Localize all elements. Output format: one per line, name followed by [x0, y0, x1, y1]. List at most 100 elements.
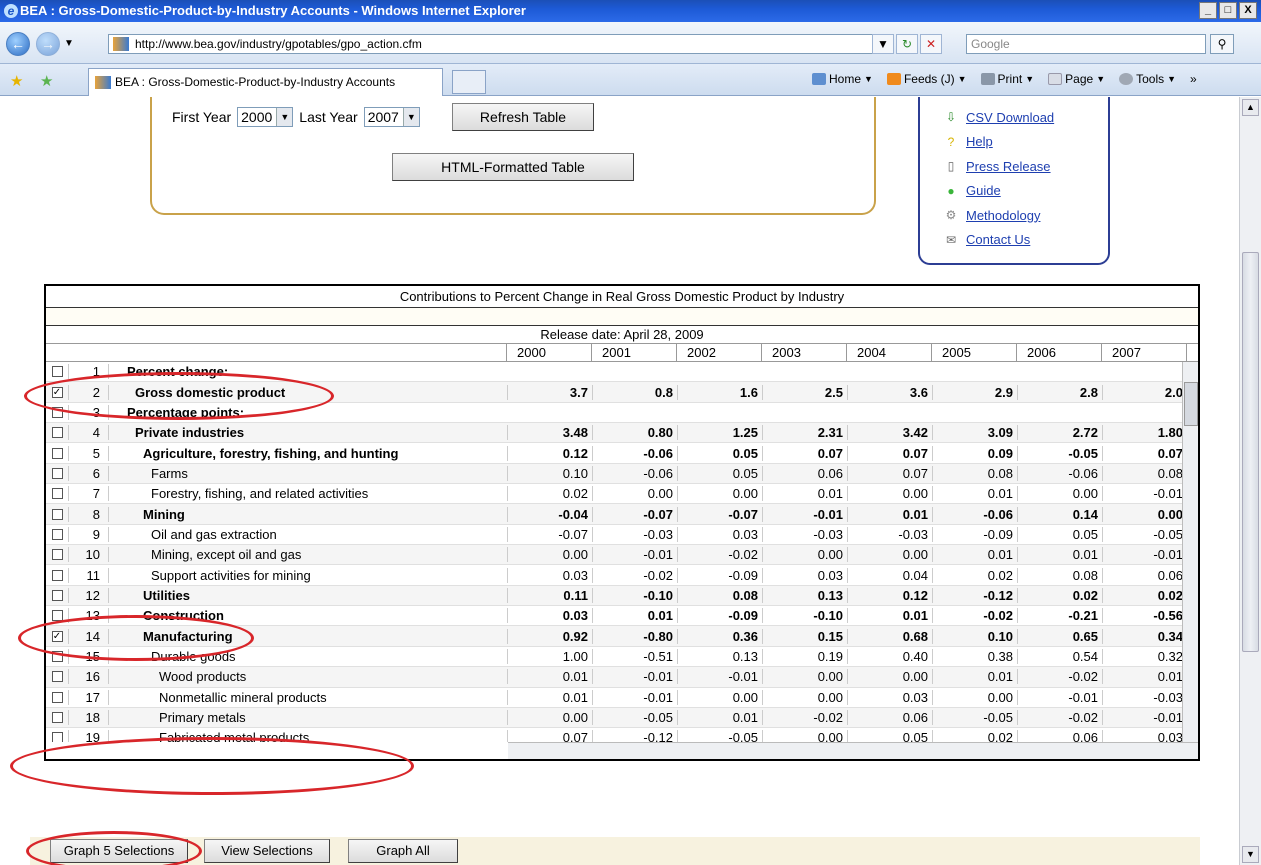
row-label: Construction: [108, 608, 507, 624]
row-checkbox[interactable]: [51, 366, 63, 378]
row-number: 14: [68, 628, 108, 644]
row-label: Agriculture, forestry, fishing, and hunt…: [108, 445, 507, 461]
close-button[interactable]: X: [1239, 2, 1257, 19]
resource-link-item[interactable]: ● Guide: [944, 179, 1054, 204]
table-spacer: [46, 308, 1198, 326]
resource-link-item[interactable]: ⇩ CSV Download: [944, 105, 1054, 130]
refresh-table-button[interactable]: Refresh Table: [452, 103, 594, 131]
value-cell: 0.01: [592, 608, 677, 624]
row-checkbox[interactable]: [51, 549, 63, 561]
row-label: Farms: [108, 465, 507, 481]
url-field[interactable]: http://www.bea.gov/industry/gpotables/gp…: [108, 34, 892, 54]
resource-link[interactable]: Press Release: [966, 159, 1051, 174]
back-button[interactable]: ←: [6, 32, 30, 56]
graph-all-button[interactable]: Graph All: [348, 839, 458, 863]
value-cell: 0.01: [762, 486, 847, 502]
row-checkbox[interactable]: [51, 427, 63, 439]
search-icon[interactable]: ⚲: [1210, 34, 1234, 54]
resource-link[interactable]: CSV Download: [966, 110, 1054, 125]
value-cell: -0.01: [1102, 710, 1187, 726]
row-checkbox[interactable]: [51, 650, 63, 662]
value-cell: 0.01: [847, 608, 932, 624]
row-checkbox[interactable]: [51, 406, 63, 418]
row-checkbox[interactable]: ✓: [51, 386, 63, 398]
resource-link-item[interactable]: ⚙ Methodology: [944, 203, 1054, 228]
maximize-button[interactable]: □: [1219, 2, 1237, 19]
url-dropdown-button[interactable]: ▼: [872, 34, 894, 54]
scroll-down-icon[interactable]: ▼: [1242, 846, 1259, 863]
resource-link-item[interactable]: ✉ Contact Us: [944, 228, 1054, 253]
row-checkbox[interactable]: [51, 447, 63, 459]
row-number: 11: [68, 567, 108, 583]
table-vertical-scrollbar[interactable]: [1182, 362, 1198, 742]
row-checkbox[interactable]: [51, 589, 63, 601]
row-checkbox[interactable]: [51, 671, 63, 683]
tools-button[interactable]: Tools ▼: [1119, 72, 1176, 86]
value-cell: 0.01: [1017, 547, 1102, 563]
scroll-up-icon[interactable]: ▲: [1242, 99, 1259, 116]
row-select-checkbox-cell: [46, 691, 68, 703]
row-select-checkbox-cell: ✓: [46, 386, 68, 398]
resource-link-item[interactable]: ? Help: [944, 130, 1054, 155]
row-checkbox[interactable]: [51, 732, 63, 742]
year-range-row: First Year 2000 ▼ Last Year 2007 ▼: [172, 107, 420, 127]
value-cell: -0.10: [592, 587, 677, 603]
row-checkbox[interactable]: [51, 691, 63, 703]
row-number: 4: [68, 425, 108, 441]
graph-selections-button[interactable]: Graph 5 Selections: [50, 839, 188, 863]
row-checkbox[interactable]: [51, 610, 63, 622]
row-checkbox[interactable]: [51, 488, 63, 500]
table-horizontal-scrollbar[interactable]: [508, 742, 1198, 759]
value-cell: -0.80: [592, 628, 677, 644]
table-body: 1 Percent change: ✓ 2 Gross domestic product…: [46, 362, 1198, 742]
value-cell: 0.13: [677, 648, 762, 664]
chevron-down-icon: ▼: [402, 108, 419, 126]
first-year-select[interactable]: 2000 ▼: [237, 107, 294, 127]
favorites-star-icon[interactable]: ★: [10, 72, 23, 90]
forward-button[interactable]: →: [36, 32, 60, 56]
html-formatted-table-button[interactable]: HTML-Formatted Table: [392, 153, 634, 181]
stop-icon[interactable]: ✕: [920, 34, 942, 54]
table-scroll-thumb[interactable]: [1184, 382, 1198, 426]
row-checkbox[interactable]: ✓: [51, 630, 63, 642]
search-input[interactable]: Google: [966, 34, 1206, 54]
home-button[interactable]: Home ▼: [812, 72, 873, 86]
value-cell: 0.07: [847, 445, 932, 461]
value-cell: 3.09: [932, 425, 1017, 441]
value-cell: 0.03: [507, 608, 592, 624]
row-checkbox[interactable]: [51, 467, 63, 479]
row-checkbox[interactable]: [51, 508, 63, 520]
page-button[interactable]: Page ▼: [1048, 72, 1105, 86]
row-checkbox[interactable]: [51, 528, 63, 540]
row-checkbox[interactable]: [51, 569, 63, 581]
row-select-checkbox-cell: [46, 569, 68, 581]
refresh-icon[interactable]: ↻: [896, 34, 918, 54]
resource-link[interactable]: Help: [966, 134, 993, 149]
resource-link[interactable]: Contact Us: [966, 232, 1030, 247]
print-button[interactable]: Print ▼: [980, 72, 1034, 86]
resource-link[interactable]: Guide: [966, 183, 1001, 198]
view-selections-button[interactable]: View Selections: [204, 839, 330, 863]
feeds-button[interactable]: Feeds (J) ▼: [886, 72, 967, 86]
recent-pages-dropdown[interactable]: ▼: [64, 38, 74, 49]
resource-link[interactable]: Methodology: [966, 208, 1040, 223]
row-select-checkbox-cell: [46, 589, 68, 601]
page-scroll-thumb[interactable]: [1242, 252, 1259, 652]
resource-link-item[interactable]: ▯ Press Release: [944, 154, 1054, 179]
new-tab-button[interactable]: [452, 70, 486, 94]
page-vertical-scrollbar[interactable]: ▲ ▼: [1239, 97, 1261, 865]
value-cell: -0.02: [677, 547, 762, 563]
add-favorites-icon[interactable]: ★: [40, 72, 53, 90]
chevron-more-icon[interactable]: »: [1190, 72, 1197, 86]
last-year-select[interactable]: 2007 ▼: [363, 107, 420, 127]
value-cell: -0.12: [592, 730, 677, 742]
release-date: Release date: April 28, 2009: [46, 326, 1198, 344]
tab-bea-gdp[interactable]: BEA : Gross-Domestic-Product-by-Industry…: [88, 68, 443, 96]
row-number: 2: [68, 384, 108, 400]
value-cell: 0.06: [762, 465, 847, 481]
value-cell: 0.08: [932, 465, 1017, 481]
minimize-button[interactable]: _: [1199, 2, 1217, 19]
table-row: 19 Fabricated metal products 0.07 -0.12 -0.0…: [46, 728, 1198, 742]
row-checkbox[interactable]: [51, 712, 63, 724]
value-cell: 0.06: [1017, 730, 1102, 742]
